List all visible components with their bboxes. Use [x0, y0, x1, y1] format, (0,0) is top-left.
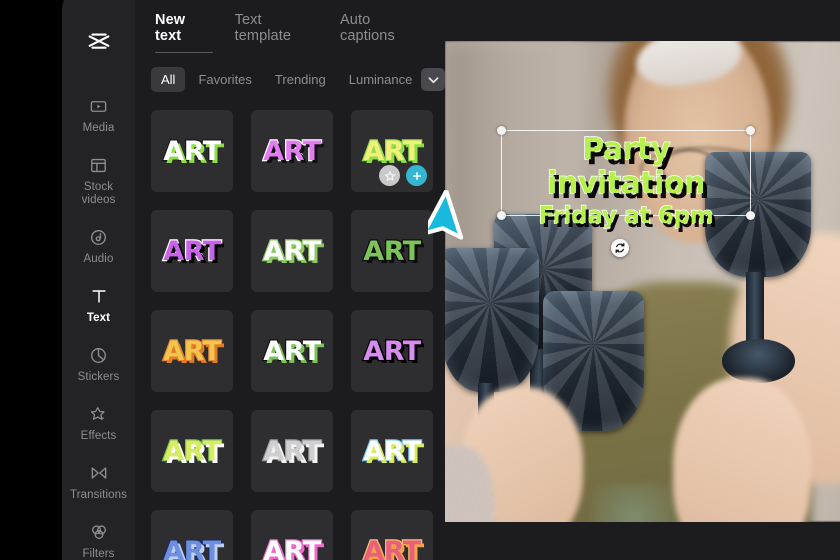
- chip-favorites[interactable]: Favorites: [188, 67, 261, 92]
- plus-icon[interactable]: [406, 165, 427, 186]
- sidebar-item-effects[interactable]: Effects: [62, 394, 135, 450]
- sidebar-item-media[interactable]: Media: [62, 86, 135, 142]
- sidebar-item-transitions[interactable]: Transitions: [62, 453, 135, 509]
- sidebar-item-filters[interactable]: Filters: [62, 512, 135, 560]
- text-style-cell[interactable]: ART: [351, 110, 433, 192]
- text-style-cell[interactable]: ART: [351, 210, 433, 292]
- text-overlay-bounding-box[interactable]: Party invitation Friday at 6pm: [497, 126, 755, 230]
- stickers-icon: [88, 344, 110, 366]
- text-style-cell[interactable]: ART: [351, 510, 433, 560]
- text-style-preview: ART: [262, 435, 322, 467]
- chip-luminance[interactable]: Luminance: [339, 67, 423, 92]
- text-style-cell[interactable]: ART: [251, 110, 333, 192]
- text-icon: [88, 285, 110, 307]
- sidebar-item-label: Stock videos: [81, 181, 116, 206]
- effects-icon: [88, 403, 110, 425]
- text-style-cell[interactable]: ART: [251, 410, 333, 492]
- sidebar-item-label: Text: [86, 312, 111, 324]
- text-style-preview: ART: [362, 235, 422, 267]
- rotate-icon[interactable]: [611, 239, 629, 257]
- app-window: Media Stock videos Audio Text Stickers E…: [62, 0, 840, 560]
- audio-icon: [88, 226, 110, 248]
- filter-chips: All Favorites Trending Luminance: [135, 53, 446, 92]
- tab-text-template[interactable]: Text template: [235, 12, 318, 53]
- sidebar-item-label: Transitions: [70, 489, 127, 501]
- overlay-text-line2: Friday at 6pm: [538, 202, 715, 229]
- text-style-cell[interactable]: ART: [151, 310, 233, 392]
- sidebar-item-label: Effects: [80, 430, 117, 442]
- overlay-text: Party invitation Friday at 6pm: [502, 132, 750, 230]
- overlay-text-line1: Party invitation: [546, 132, 706, 202]
- text-style-preview: ART: [162, 535, 222, 560]
- chip-all[interactable]: All: [151, 67, 186, 92]
- video-preview[interactable]: Party invitation Friday at 6pm: [445, 41, 840, 522]
- text-style-preview: ART: [362, 535, 422, 560]
- star-icon[interactable]: [379, 165, 400, 186]
- text-style-cell[interactable]: ART: [251, 210, 333, 292]
- sidebar-item-stock-videos[interactable]: Stock videos: [62, 145, 135, 214]
- text-style-preview: ART: [362, 335, 422, 367]
- text-style-cell[interactable]: ART: [151, 510, 233, 560]
- sidebar-item-label: Stickers: [77, 371, 120, 383]
- text-style-preview: ART: [362, 135, 422, 167]
- text-style-preview: ART: [162, 135, 222, 167]
- text-style-preview: ART: [262, 335, 322, 367]
- text-style-preview: ART: [162, 335, 222, 367]
- screenshot-stage: Media Stock videos Audio Text Stickers E…: [0, 0, 840, 560]
- sidebar-item-text[interactable]: Text: [62, 276, 135, 332]
- chip-trending[interactable]: Trending: [265, 67, 336, 92]
- text-style-preview: ART: [162, 435, 222, 467]
- sidebar-item-stickers[interactable]: Stickers: [62, 335, 135, 391]
- media-icon: [88, 95, 110, 117]
- sidebar-item-label: Media: [82, 122, 115, 134]
- tab-auto-captions[interactable]: Auto captions: [340, 12, 425, 53]
- text-style-preview: ART: [262, 235, 322, 267]
- text-style-cell[interactable]: ART: [351, 410, 433, 492]
- style-hover-actions: [379, 165, 427, 186]
- tab-new-text[interactable]: New text: [155, 12, 213, 53]
- text-style-cell[interactable]: ART: [251, 510, 333, 560]
- text-style-cell[interactable]: ART: [351, 310, 433, 392]
- stock-videos-icon: [88, 154, 110, 176]
- sidebar-item-label: Audio: [83, 253, 114, 265]
- filters-icon: [88, 521, 110, 543]
- left-nav-rail: Media Stock videos Audio Text Stickers E…: [62, 0, 135, 560]
- sidebar-item-audio[interactable]: Audio: [62, 217, 135, 273]
- text-style-preview: ART: [362, 435, 422, 467]
- text-panel: New text Text template Auto captions All…: [135, 0, 446, 560]
- preview-photo: [445, 41, 840, 522]
- transitions-icon: [88, 462, 110, 484]
- text-style-cell[interactable]: ART: [151, 110, 233, 192]
- text-style-cell[interactable]: ART: [151, 410, 233, 492]
- text-style-cell[interactable]: ART: [251, 310, 333, 392]
- text-style-preview: ART: [262, 135, 322, 167]
- text-style-preview: ART: [162, 235, 222, 267]
- capcut-logo-icon: [82, 26, 116, 60]
- sidebar-item-label: Filters: [82, 548, 115, 560]
- chevron-down-icon[interactable]: [421, 68, 446, 91]
- text-style-preview: ART: [262, 535, 322, 560]
- text-style-grid: ART ART ART ART ART ART ART ART ART ART ART ART ART A…: [135, 92, 445, 560]
- text-style-cell[interactable]: ART: [151, 210, 233, 292]
- panel-tabs: New text Text template Auto captions: [135, 0, 445, 53]
